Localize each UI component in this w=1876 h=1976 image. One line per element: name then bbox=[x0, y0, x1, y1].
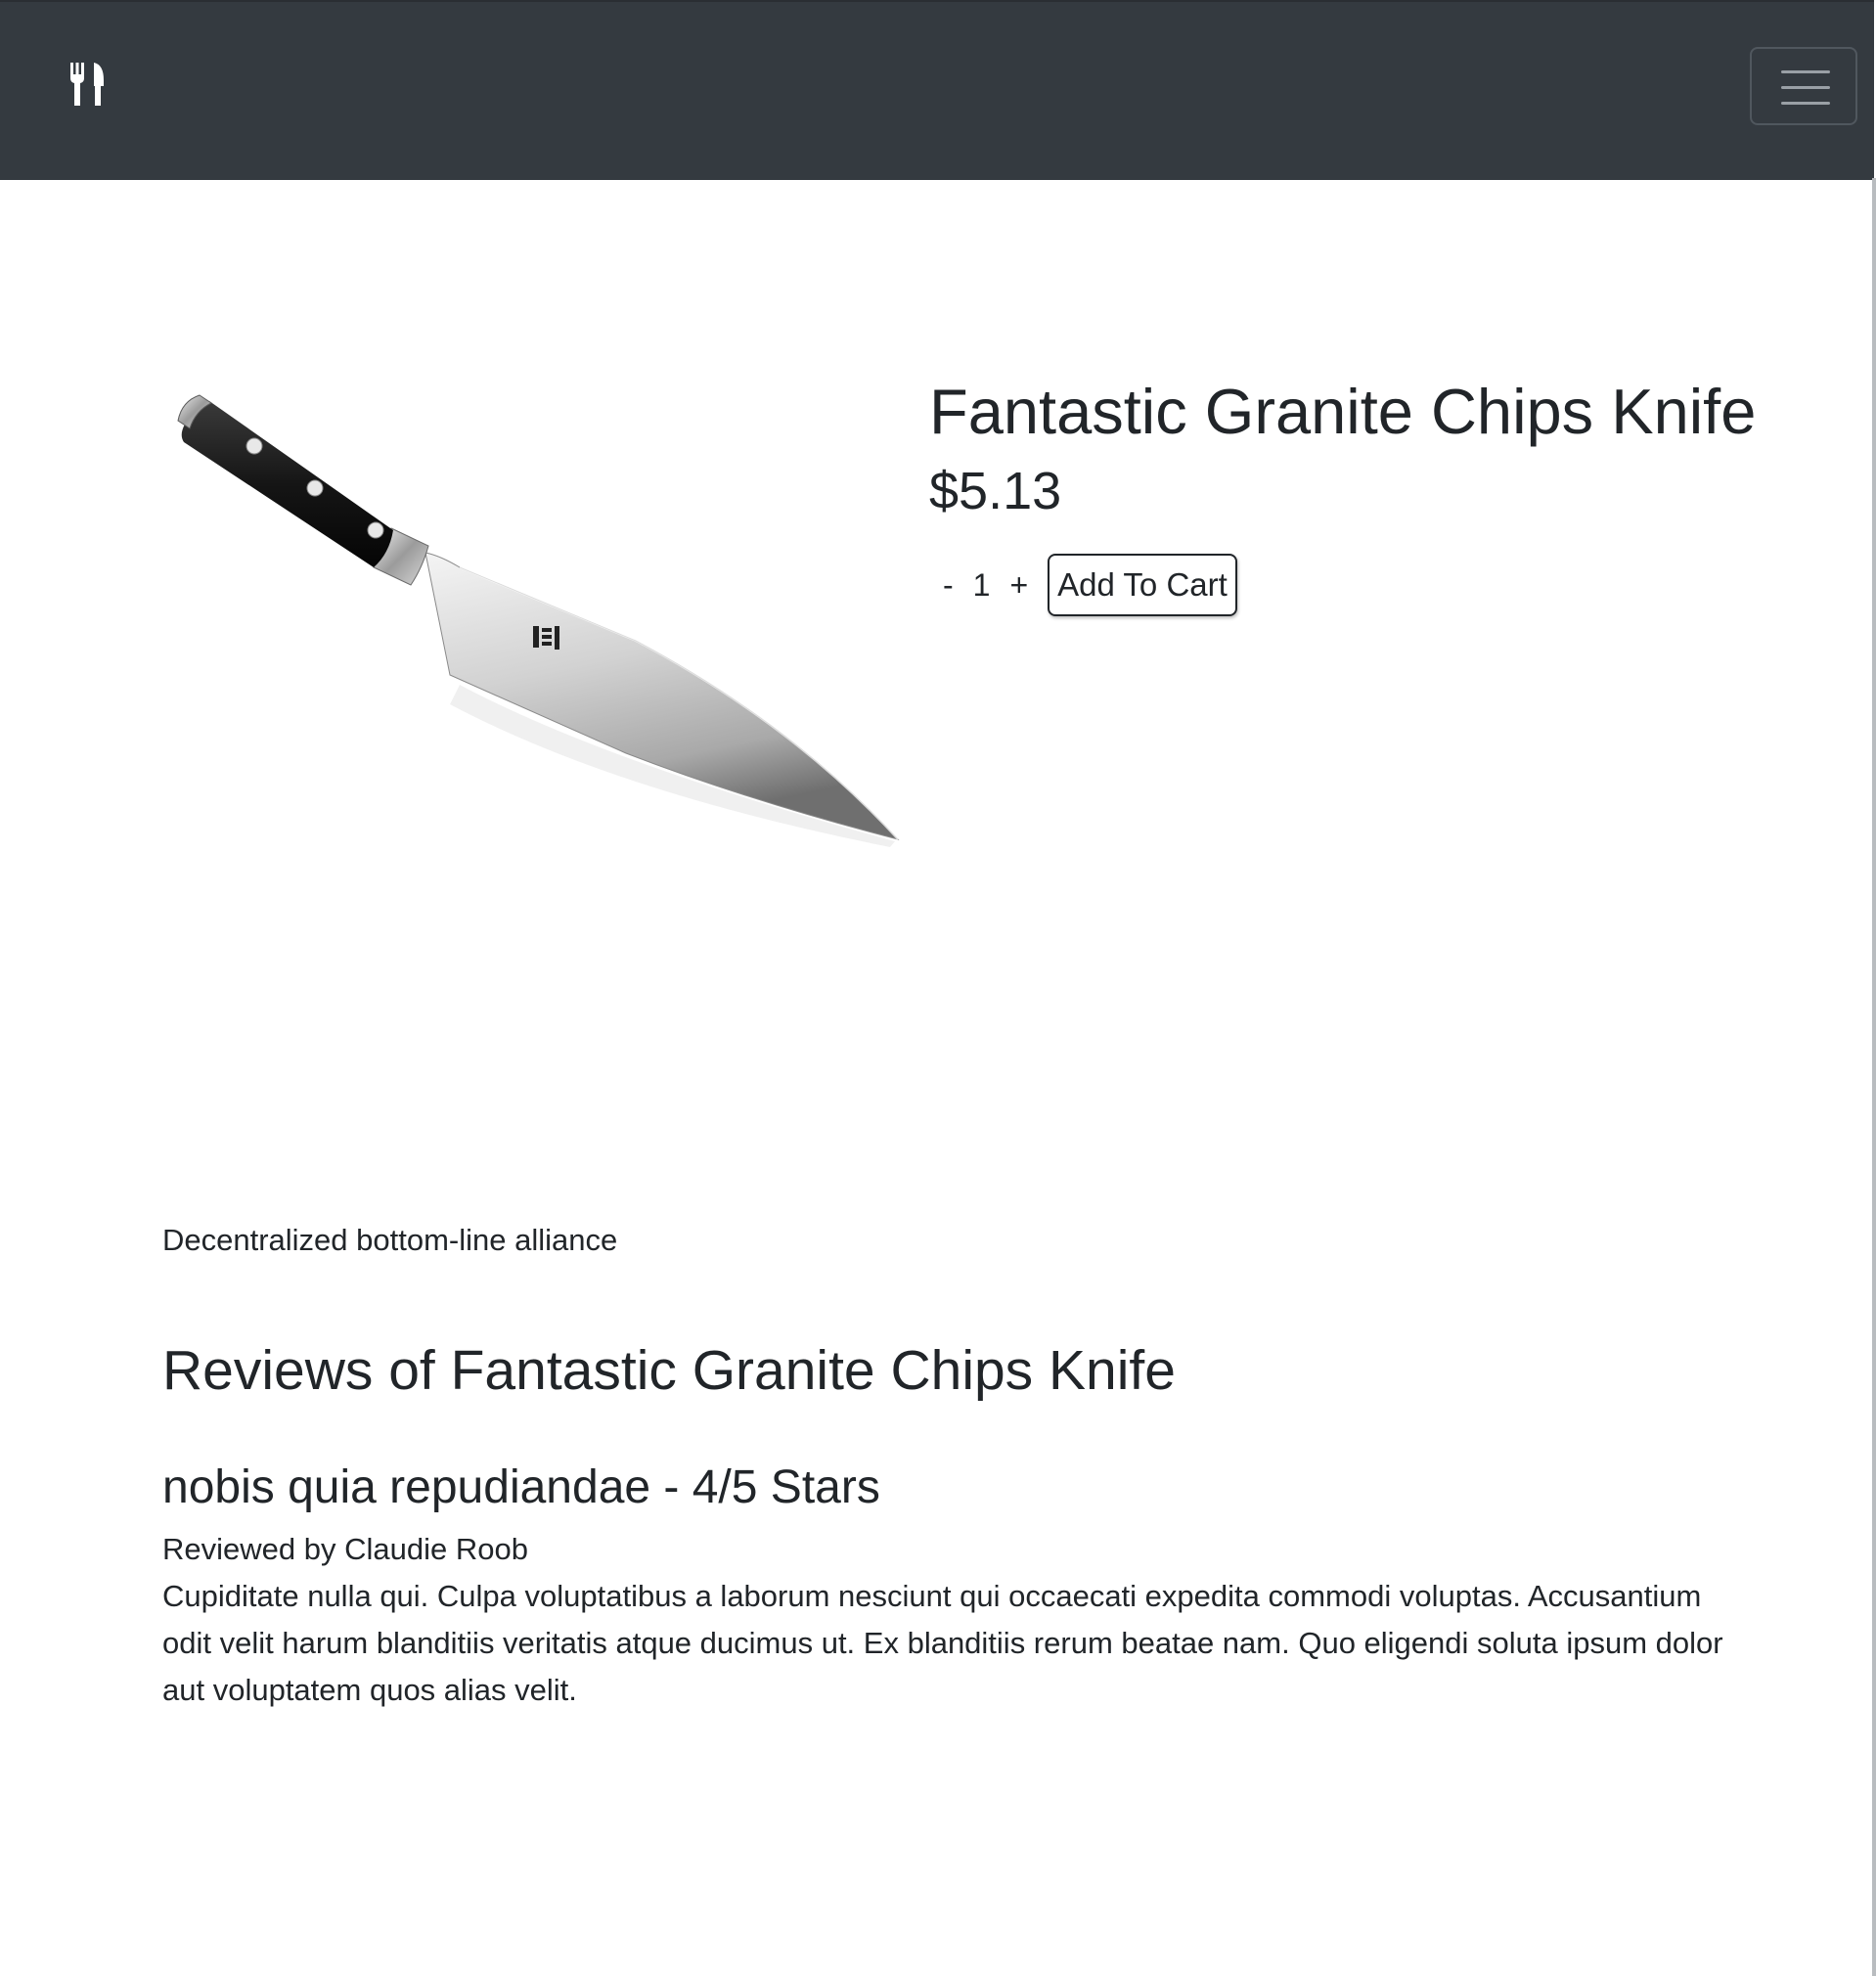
hamburger-menu-icon bbox=[1781, 102, 1830, 105]
product-page: Fantastic Granite Chips Knife $5.13 - 1 … bbox=[0, 0, 1876, 1976]
hamburger-menu-icon bbox=[1781, 70, 1830, 73]
product-price: $5.13 bbox=[929, 462, 1062, 520]
review-author: Reviewed by Claudie Roob bbox=[162, 1531, 528, 1566]
product-title: Fantastic Granite Chips Knife bbox=[929, 376, 1757, 447]
review-title: nobis quia repudiandae - 4/5 Stars bbox=[162, 1461, 880, 1513]
product-description: Decentralized bottom-line alliance bbox=[162, 1223, 618, 1257]
utensils-icon[interactable] bbox=[68, 63, 106, 106]
increment-quantity-button[interactable]: + bbox=[996, 569, 1042, 601]
hamburger-menu-icon bbox=[1781, 86, 1830, 89]
reviews-heading: Reviews of Fantastic Granite Chips Knife bbox=[162, 1339, 1176, 1402]
quantity-value: 1 bbox=[972, 566, 991, 603]
top-navbar bbox=[0, 0, 1874, 180]
navbar-toggle-button[interactable] bbox=[1750, 47, 1857, 125]
review-body: Cupiditate nulla qui. Culpa voluptatibus… bbox=[162, 1578, 1723, 1707]
add-to-cart-button[interactable]: Add To Cart bbox=[1048, 554, 1237, 616]
review-item: nobis quia repudiandae - 4/5 Stars Revie… bbox=[162, 1460, 1747, 1714]
decrement-quantity-button[interactable]: - bbox=[929, 569, 967, 601]
scrollbar-edge bbox=[1872, 178, 1876, 1976]
quantity-stepper: - 1 + Add To Cart bbox=[929, 554, 1237, 616]
chef-knife-image bbox=[177, 394, 900, 847]
